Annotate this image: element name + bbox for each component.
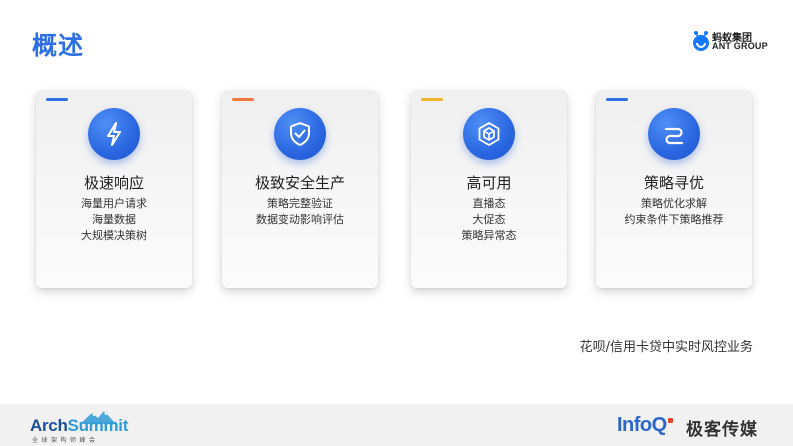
- shield-check-icon: [274, 108, 326, 160]
- card-lines: 海量用户请求 海量数据 大规模决策树: [36, 196, 192, 244]
- archsummit-logo: ArchSummit 全球架构师峰会: [30, 410, 130, 444]
- card-line: 海量用户请求: [81, 197, 147, 210]
- feature-card-availability: 高可用 直播态 大促态 策略异常态: [411, 90, 567, 288]
- card-accent: [606, 98, 628, 101]
- card-line: 海量数据: [92, 213, 136, 226]
- feature-card-speed: 极速响应 海量用户请求 海量数据 大规模决策树: [36, 90, 192, 288]
- card-accent: [46, 98, 68, 101]
- card-title: 策略寻优: [643, 174, 704, 192]
- footer-bar: ArchSummit 全球架构师峰会 InfoQ 极客传媒: [0, 404, 793, 446]
- archsummit-arch: Arch: [30, 416, 68, 435]
- card-lines: 直播态 大促态 策略异常态: [411, 196, 567, 244]
- card-line: 直播态: [472, 197, 506, 210]
- card-line: 大规模决策树: [81, 229, 147, 242]
- card-lines: 策略完整验证 数据变动影响评估: [222, 196, 378, 228]
- card-lines: 策略优化求解 约束条件下策略推荐: [596, 196, 752, 228]
- card-line: 约束条件下策略推荐: [624, 213, 724, 226]
- card-title: 高可用: [466, 174, 512, 192]
- card-title: 极速响应: [83, 174, 144, 192]
- page-title: 概述: [32, 31, 85, 60]
- card-line: 大促态: [472, 213, 506, 226]
- infoq-wordmark: InfoQ: [617, 414, 667, 436]
- infoq-dot-icon: [667, 418, 673, 423]
- card-line: 数据变动影响评估: [256, 213, 344, 226]
- ant-group-logo: 蚂蚁集团 ANT GROUP: [690, 27, 770, 55]
- business-caption: 花呗/信用卡贷中实时风控业务: [579, 340, 753, 355]
- feature-card-optimization: 策略寻优 策略优化求解 约束条件下策略推荐: [596, 90, 752, 288]
- card-title: 极致安全生产: [254, 174, 345, 192]
- ant-logo-en: ANT GROUP: [712, 41, 768, 51]
- archsummit-wordmark: ArchSummit: [30, 416, 128, 436]
- geek-media-logo: 极客传媒: [686, 420, 758, 440]
- archsummit-subtitle: 全球架构师峰会: [32, 437, 99, 444]
- card-accent: [421, 98, 443, 101]
- card-accent: [232, 98, 254, 101]
- card-line: 策略优化求解: [641, 197, 707, 210]
- lightning-bolt-icon: [88, 108, 140, 160]
- infoq-logo: InfoQ: [617, 414, 673, 437]
- cube-icon: [463, 108, 515, 160]
- ant-logo-icon: [693, 31, 709, 51]
- archsummit-summit: Summit: [67, 416, 129, 435]
- feature-card-safety: 极致安全生产 策略完整验证 数据变动影响评估: [222, 90, 378, 288]
- card-line: 策略完整验证: [267, 197, 333, 210]
- route-icon: [648, 108, 700, 160]
- card-line: 策略异常态: [461, 229, 517, 242]
